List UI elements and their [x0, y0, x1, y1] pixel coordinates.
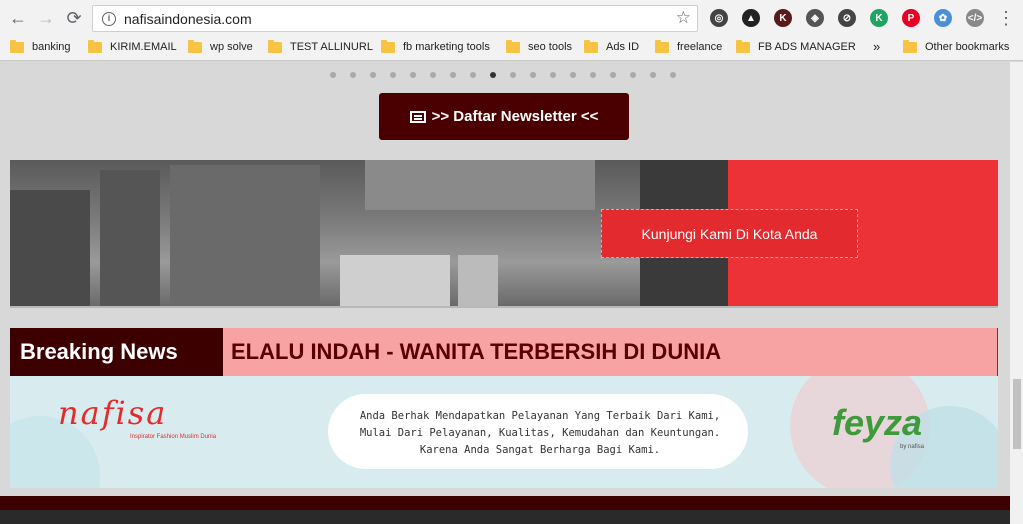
bookmark-label: TEST ALLINURL	[290, 41, 373, 53]
url-text[interactable]: nafisaindonesia.com	[124, 11, 252, 27]
feyza-sub: by nafisa	[900, 444, 925, 450]
carousel-dot[interactable]	[610, 72, 616, 78]
bookmark-item[interactable]: seo tools	[506, 39, 573, 53]
newsletter-button[interactable]: >> Daftar Newsletter <<	[379, 93, 629, 140]
pinterest-icon[interactable]: P	[902, 9, 920, 27]
newsletter-label: >> Daftar Newsletter <<	[431, 108, 599, 125]
banner-line-3: Karena Anda Sangat Berharga Bagi Kami.	[419, 444, 661, 456]
bookmark-label: KIRIM.EMAIL	[110, 41, 177, 53]
browser-toolbar: ← → ⟳ i nafisaindonesia.com ☆ ◎ ▲ K ◈ ⊘ K P ✿ </…	[0, 0, 1023, 36]
ext-4-icon[interactable]: ◈	[806, 9, 824, 27]
bookmark-label: seo tools	[528, 41, 573, 53]
bookmark-label: freelance	[677, 41, 723, 53]
folder-icon	[506, 39, 520, 53]
ext-6-icon[interactable]: K	[870, 9, 888, 27]
bookmarks-overflow-button[interactable]: »	[873, 39, 880, 54]
store-banner: Kunjungi Kami Di Kota Anda	[10, 160, 998, 308]
reload-button[interactable]: ⟳	[61, 5, 87, 31]
ext-8-icon[interactable]: ✿	[934, 9, 952, 27]
ext-3-icon[interactable]: K	[774, 9, 792, 27]
folder-icon	[10, 39, 24, 53]
bookmark-label: wp solve	[210, 41, 253, 53]
visit-store-button[interactable]: Kunjungi Kami Di Kota Anda	[601, 209, 858, 258]
folder-icon	[188, 39, 202, 53]
carousel-dot[interactable]	[470, 72, 476, 78]
ext-2-icon[interactable]: ▲	[742, 9, 760, 27]
carousel-dot[interactable]	[650, 72, 656, 78]
ext-5-icon[interactable]: ⊘	[838, 9, 856, 27]
bookmark-item[interactable]: fb marketing tools	[381, 39, 490, 53]
carousel-dot[interactable]	[430, 72, 436, 78]
code-icon[interactable]: </>	[966, 9, 984, 27]
carousel-dot[interactable]	[590, 72, 596, 78]
carousel-dot[interactable]	[370, 72, 376, 78]
promo-banner[interactable]: nafisa Inspirator Fashion Muslim Dunia A…	[10, 376, 998, 488]
forward-button[interactable]: →	[33, 5, 59, 31]
carousel-dot[interactable]	[550, 72, 556, 78]
breaking-news-label: Breaking News	[10, 328, 223, 376]
folder-icon	[736, 39, 750, 53]
carousel-dot[interactable]	[410, 72, 416, 78]
bookmark-item[interactable]: banking	[10, 39, 71, 53]
bookmark-label: FB ADS MANAGER	[758, 41, 856, 53]
footer	[0, 496, 1010, 524]
other-bookmarks-label: Other bookmarks	[925, 41, 1010, 53]
page-content: >> Daftar Newsletter << Kunjungi Kami Di…	[0, 62, 1010, 524]
carousel-dot[interactable]	[450, 72, 456, 78]
carousel-dot[interactable]	[670, 72, 676, 78]
breaking-news-bar: Breaking News ELALU INDAH - WANITA TERBE…	[10, 328, 998, 376]
bookmark-label: banking	[32, 41, 71, 53]
folder-icon	[268, 39, 282, 53]
bookmark-label: fb marketing tools	[403, 41, 490, 53]
bookmarks-bar: banking KIRIM.EMAIL wp solve TEST ALLINURL f…	[0, 36, 1023, 61]
info-icon[interactable]: i	[102, 11, 116, 26]
bookmark-label: Ads ID	[606, 41, 640, 53]
folder-icon	[381, 39, 395, 53]
bookmark-item[interactable]: FB ADS MANAGER	[736, 39, 856, 53]
carousel-dot[interactable]	[390, 72, 396, 78]
folder-icon	[903, 39, 917, 53]
carousel-dot[interactable]	[630, 72, 636, 78]
back-button[interactable]: ←	[5, 5, 31, 31]
carousel-dot[interactable]	[330, 72, 336, 78]
banner-line-1: Anda Berhak Mendapatkan Pelayanan Yang T…	[359, 410, 721, 422]
bookmark-item[interactable]: TEST ALLINURL	[268, 39, 373, 53]
address-bar[interactable]: i nafisaindonesia.com ☆	[92, 5, 698, 32]
carousel-dots	[330, 72, 676, 78]
banner-line-2: Mulai Dari Pelayanan, Kualitas, Kemudaha…	[359, 427, 721, 439]
bookmark-item[interactable]: wp solve	[188, 39, 253, 53]
news-ticker[interactable]: ELALU INDAH - WANITA TERBERSIH DI DUNIA	[231, 339, 991, 365]
carousel-dot[interactable]	[490, 72, 496, 78]
ext-1-icon[interactable]: ◎	[710, 9, 728, 27]
nafisa-tagline: Inspirator Fashion Muslim Dunia	[130, 434, 217, 440]
bookmark-item[interactable]: KIRIM.EMAIL	[88, 39, 177, 53]
other-bookmarks[interactable]: Other bookmarks	[903, 39, 1010, 53]
bookmark-item[interactable]: freelance	[655, 39, 723, 53]
feyza-logo: feyza	[832, 402, 923, 443]
carousel-dot[interactable]	[570, 72, 576, 78]
carousel-dot[interactable]	[530, 72, 536, 78]
scrollbar[interactable]	[1010, 62, 1023, 524]
folder-icon	[88, 39, 102, 53]
nafisa-logo: nafisa	[58, 394, 168, 432]
newspaper-icon	[409, 110, 426, 123]
bookmark-item[interactable]: Ads ID	[584, 39, 640, 53]
bookmark-star-icon[interactable]: ☆	[676, 8, 691, 28]
folder-icon	[655, 39, 669, 53]
menu-icon[interactable]: ⋮	[993, 5, 1019, 31]
carousel-dot[interactable]	[350, 72, 356, 78]
folder-icon	[584, 39, 598, 53]
banner-text: Anda Berhak Mendapatkan Pelayanan Yang T…	[340, 408, 740, 459]
scrollbar-thumb[interactable]	[1013, 379, 1021, 449]
carousel-dot[interactable]	[510, 72, 516, 78]
